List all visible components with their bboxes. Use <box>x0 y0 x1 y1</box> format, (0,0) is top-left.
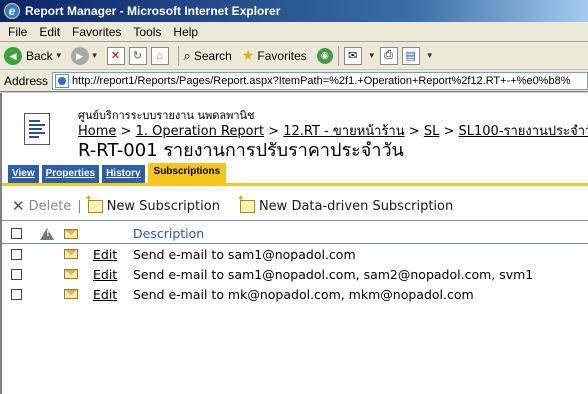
menu-help[interactable]: Help <box>167 25 204 39</box>
favorites-label: Favorites <box>257 48 307 63</box>
envelope-icon <box>64 269 78 279</box>
search-button[interactable]: ⌕ Search <box>184 48 232 64</box>
delete-button[interactable]: ✕ Delete <box>12 197 71 215</box>
search-icon: ⌕ <box>183 47 191 63</box>
warning-mark: ! <box>46 229 50 238</box>
back-label: Back <box>26 48 53 63</box>
mail-dropdown-icon[interactable]: ▼ <box>368 51 376 60</box>
new-subscription-icon <box>85 194 103 213</box>
favorites-button[interactable]: ★ Favorites <box>242 47 307 64</box>
row-description: Send e-mail to mk@nopadol.com, mkm@nopad… <box>133 286 474 302</box>
new-data-driven-subscription-button[interactable]: New Data-driven Subscription <box>237 194 454 214</box>
address-bar: Address http://report1/Reports/Pages/Rep… <box>0 70 588 92</box>
tab-properties[interactable]: Properties <box>41 165 100 183</box>
browser-toolbar: ◄ Back ▼ ► ▼ ✕ ↻ ⌂ ⌕ Search ★ Favorites … <box>0 42 588 70</box>
edit-link[interactable]: Edit <box>93 247 117 262</box>
envelope-icon <box>64 249 78 259</box>
address-input[interactable]: http://report1/Reports/Pages/Report.aspx… <box>52 71 588 90</box>
table-row: Edit Send e-mail to sam1@nopadol.com <box>2 244 588 264</box>
page-icon <box>55 73 70 88</box>
ie-logo-icon: e <box>4 3 20 19</box>
menu-edit[interactable]: Edit <box>33 25 66 39</box>
row-description: Send e-mail to sam1@nopadol.com, sam2@no… <box>133 266 534 282</box>
forward-arrow-icon: ► <box>70 46 89 65</box>
breadcrumb-item[interactable]: SL100-รายงานประจำวัน <box>459 124 588 139</box>
forward-dropdown-icon[interactable]: ▼ <box>91 51 99 60</box>
edit-link[interactable]: Edit <box>93 267 117 282</box>
window-title: Report Manager - Microsoft Internet Expl… <box>25 4 281 18</box>
edit-link[interactable]: Edit <box>93 287 117 302</box>
breadcrumb-sep: > <box>408 124 420 139</box>
back-dropdown-icon[interactable]: ▼ <box>55 51 63 60</box>
address-url: http://report1/Reports/Pages/Report.aspx… <box>72 74 571 87</box>
action-separator: | <box>77 198 82 214</box>
delete-icon: ✕ <box>12 197 25 215</box>
report-icon <box>24 113 50 145</box>
tab-underline <box>2 183 588 186</box>
edit-page-icon[interactable]: ▤ <box>401 46 420 65</box>
tab-view[interactable]: View <box>8 165 39 183</box>
new-data-driven-icon <box>237 194 255 213</box>
title-bar: e Report Manager - Microsoft Internet Ex… <box>0 0 588 22</box>
breadcrumb-sep: > <box>443 124 455 139</box>
table-row: Edit Send e-mail to sam1@nopadol.com, sa… <box>2 264 588 284</box>
back-button[interactable]: ◄ Back ▼ <box>4 46 67 65</box>
row-checkbox[interactable] <box>11 248 22 260</box>
description-header[interactable]: Description <box>133 226 204 241</box>
envelope-icon <box>64 289 78 299</box>
breadcrumb-item[interactable]: SL <box>424 124 440 139</box>
table-row: Edit Send e-mail to mk@nopadol.com, mkm@… <box>2 284 588 304</box>
favorites-star-icon: ★ <box>241 47 255 63</box>
toolbar-separator <box>177 45 179 66</box>
address-label: Address <box>4 73 49 88</box>
menu-bar: File Edit Favorites Tools Help <box>0 22 588 42</box>
back-arrow-icon: ◄ <box>4 46 22 65</box>
row-checkbox[interactable] <box>11 288 22 300</box>
menu-tools[interactable]: Tools <box>127 25 167 39</box>
mail-icon[interactable]: ✉ <box>343 46 362 65</box>
row-checkbox[interactable] <box>11 268 22 280</box>
table-header: ! Description <box>2 224 588 244</box>
new-subscription-label: New Subscription <box>106 198 220 214</box>
home-icon[interactable]: ⌂ <box>150 46 169 65</box>
tab-bar: View Properties History Subscriptions <box>8 163 229 183</box>
tab-subscriptions[interactable]: Subscriptions <box>147 163 227 183</box>
edit-dropdown-icon[interactable]: ▼ <box>426 51 434 60</box>
refresh-icon[interactable]: ↻ <box>128 46 147 65</box>
media-icon[interactable]: ◉ <box>316 47 333 64</box>
select-all-checkbox[interactable] <box>11 228 22 239</box>
page-title: R-RT-001 รายงานการปรับราคาประจำวัน <box>78 140 404 161</box>
tab-history[interactable]: History <box>102 165 145 183</box>
search-label: Search <box>193 48 232 63</box>
delete-label: Delete <box>28 198 72 214</box>
menu-favorites[interactable]: Favorites <box>66 25 127 39</box>
menu-file[interactable]: File <box>0 25 33 39</box>
subscription-table: ! Description Edit Send e-mail to sam1@n… <box>2 224 588 304</box>
new-data-driven-label: New Data-driven Subscription <box>258 198 454 214</box>
action-bar: ✕ Delete | New Subscription New Data-dri… <box>2 194 588 218</box>
action-divider <box>2 220 588 221</box>
new-subscription-button[interactable]: New Subscription <box>85 194 220 214</box>
stop-icon[interactable]: ✕ <box>106 46 125 65</box>
toolbar-separator-2 <box>337 45 339 66</box>
forward-button[interactable]: ► ▼ <box>70 46 103 65</box>
print-icon[interactable]: ⎙ <box>379 46 398 65</box>
row-description: Send e-mail to sam1@nopadol.com <box>133 246 356 262</box>
envelope-icon <box>64 228 78 239</box>
page-content: ศูนย์บริการระบบรายงาน นพดลพานิช Home > 1… <box>0 93 588 394</box>
